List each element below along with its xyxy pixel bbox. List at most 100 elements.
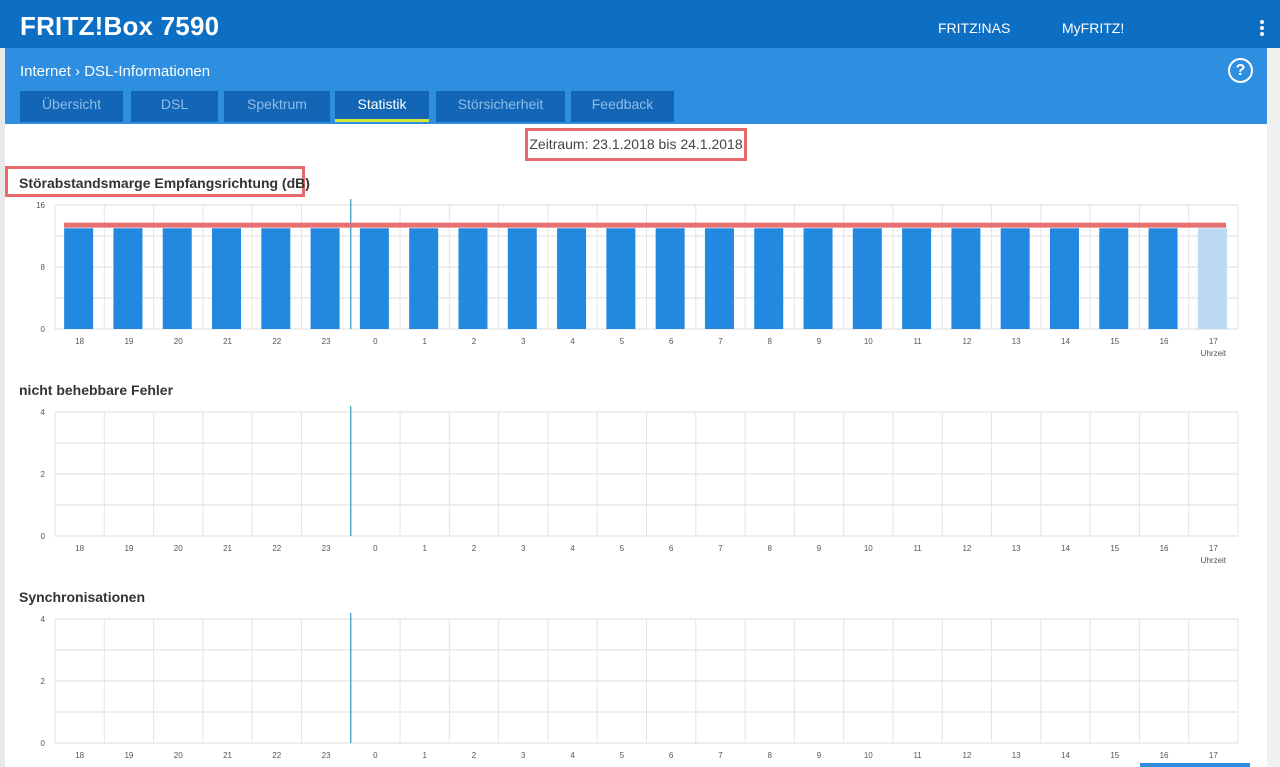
y-tick-label: 8 xyxy=(41,263,46,272)
x-tick-label: 20 xyxy=(174,337,183,346)
bar xyxy=(310,228,340,329)
x-tick-label: 1 xyxy=(422,337,427,346)
x-tick-label: 14 xyxy=(1061,751,1070,760)
x-tick-label: 15 xyxy=(1110,337,1119,346)
tab-uebersicht[interactable]: Übersicht xyxy=(20,91,123,122)
x-tick-label: 9 xyxy=(817,544,822,553)
tab-dsl[interactable]: DSL xyxy=(131,91,218,122)
x-tick-label: 6 xyxy=(669,751,674,760)
x-tick-label: 8 xyxy=(768,751,773,760)
x-tick-label: 12 xyxy=(962,544,971,553)
x-tick-label: 23 xyxy=(322,751,331,760)
bar xyxy=(606,228,636,329)
x-axis-label: Uhrzeit xyxy=(1201,556,1227,565)
bar xyxy=(1000,228,1030,329)
x-tick-label: 21 xyxy=(223,544,232,553)
x-tick-label: 19 xyxy=(124,751,133,760)
chevron-right-icon: › xyxy=(75,63,85,80)
help-icon[interactable]: ? xyxy=(1228,58,1253,83)
x-tick-label: 18 xyxy=(75,544,84,553)
x-tick-label: 13 xyxy=(1012,337,1021,346)
bar xyxy=(64,228,94,329)
x-tick-label: 4 xyxy=(570,337,575,346)
bottom-button[interactable] xyxy=(1140,763,1250,767)
x-axis-label: Uhrzeit xyxy=(1201,349,1227,358)
bar xyxy=(162,228,192,329)
x-tick-label: 21 xyxy=(223,337,232,346)
x-tick-label: 11 xyxy=(913,337,922,346)
x-tick-label: 23 xyxy=(322,544,331,553)
x-tick-label: 14 xyxy=(1061,337,1070,346)
x-tick-label: 22 xyxy=(272,751,281,760)
period-label: Zeitraum: 23.1.2018 bis 24.1.2018 xyxy=(525,128,747,161)
y-tick-label: 4 xyxy=(41,408,46,417)
y-tick-label: 0 xyxy=(41,325,46,334)
bar xyxy=(557,228,587,329)
x-tick-label: 3 xyxy=(521,337,526,346)
x-tick-label: 8 xyxy=(768,337,773,346)
x-tick-label: 23 xyxy=(322,337,331,346)
x-tick-label: 13 xyxy=(1012,751,1021,760)
x-tick-label: 21 xyxy=(223,751,232,760)
chart-title-errors: nicht behebbare Fehler xyxy=(19,382,174,398)
tab-spektrum[interactable]: Spektrum xyxy=(224,91,330,122)
bar xyxy=(261,228,291,329)
x-tick-label: 3 xyxy=(521,751,526,760)
x-tick-label: 17 xyxy=(1209,751,1218,760)
x-tick-label: 14 xyxy=(1061,544,1070,553)
bar xyxy=(359,228,389,329)
x-tick-label: 15 xyxy=(1110,544,1119,553)
threshold-line xyxy=(64,222,1226,228)
fritznas-link[interactable]: FRITZ!NAS xyxy=(938,20,1010,36)
x-tick-label: 0 xyxy=(373,751,378,760)
x-tick-label: 10 xyxy=(864,337,873,346)
breadcrumb: Internet › DSL-Informationen xyxy=(20,63,210,80)
bar xyxy=(704,228,734,329)
bar xyxy=(507,228,537,329)
x-tick-label: 10 xyxy=(864,751,873,760)
x-tick-label: 16 xyxy=(1160,337,1169,346)
tab-feedback[interactable]: Feedback xyxy=(571,91,674,122)
x-tick-label: 3 xyxy=(521,544,526,553)
tab-statistik[interactable]: Statistik xyxy=(335,91,429,122)
x-tick-label: 18 xyxy=(75,337,84,346)
bar xyxy=(458,228,488,329)
x-tick-label: 22 xyxy=(272,337,281,346)
bar xyxy=(754,228,784,329)
bar xyxy=(1099,228,1129,329)
x-tick-label: 20 xyxy=(174,751,183,760)
x-tick-label: 6 xyxy=(669,337,674,346)
x-tick-label: 19 xyxy=(124,544,133,553)
x-tick-label: 5 xyxy=(620,751,625,760)
tab-stoersicherheit[interactable]: Störsicherheit xyxy=(436,91,565,122)
x-tick-label: 1 xyxy=(422,751,427,760)
sync-chart: 02418 19 20 21 22 23 0 1 2 3 4 5 6 7 8 9 10 11 12 13 14 15 16 1… xyxy=(41,613,1239,760)
y-tick-label: 0 xyxy=(41,532,46,541)
more-menu-icon[interactable] xyxy=(1257,20,1267,38)
bar xyxy=(803,228,833,329)
x-tick-label: 7 xyxy=(718,751,723,760)
breadcrumb-parent[interactable]: Internet xyxy=(20,63,71,80)
bar xyxy=(655,228,685,329)
y-tick-label: 2 xyxy=(41,470,46,479)
x-tick-label: 4 xyxy=(570,751,575,760)
x-tick-label: 11 xyxy=(913,751,922,760)
top-bar: FRITZ!Box 7590 FRITZ!NAS MyFRITZ! xyxy=(0,0,1280,48)
x-tick-label: 5 xyxy=(620,337,625,346)
myfritz-link[interactable]: MyFRITZ! xyxy=(1062,20,1124,36)
scrollbar[interactable] xyxy=(1267,48,1280,767)
y-tick-label: 0 xyxy=(41,739,46,748)
bar xyxy=(212,228,242,329)
x-tick-label: 9 xyxy=(817,751,822,760)
x-tick-label: 2 xyxy=(472,751,477,760)
errors-chart: 02418 19 20 21 22 23 0 1 2 3 4 5 6 7 8 9 10 11 12 13 14 15 16 1… xyxy=(41,406,1239,565)
x-tick-label: 6 xyxy=(669,544,674,553)
x-tick-label: 13 xyxy=(1012,544,1021,553)
y-tick-label: 4 xyxy=(41,615,46,624)
app-title[interactable]: FRITZ!Box 7590 xyxy=(20,11,219,42)
x-tick-label: 2 xyxy=(472,544,477,553)
x-tick-label: 0 xyxy=(373,544,378,553)
y-tick-label: 16 xyxy=(36,201,45,210)
x-tick-label: 8 xyxy=(768,544,773,553)
x-tick-label: 7 xyxy=(718,544,723,553)
